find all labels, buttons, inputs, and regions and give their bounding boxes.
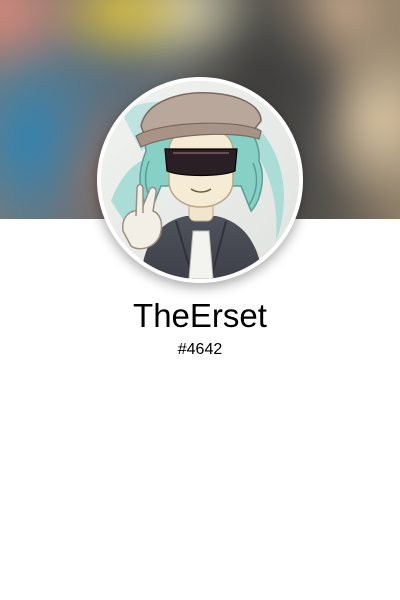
- user-discriminator: #4642: [177, 341, 223, 358]
- username: TheErset: [133, 297, 267, 334]
- avatar[interactable]: [97, 77, 303, 283]
- user-avatar-icon: [101, 81, 299, 279]
